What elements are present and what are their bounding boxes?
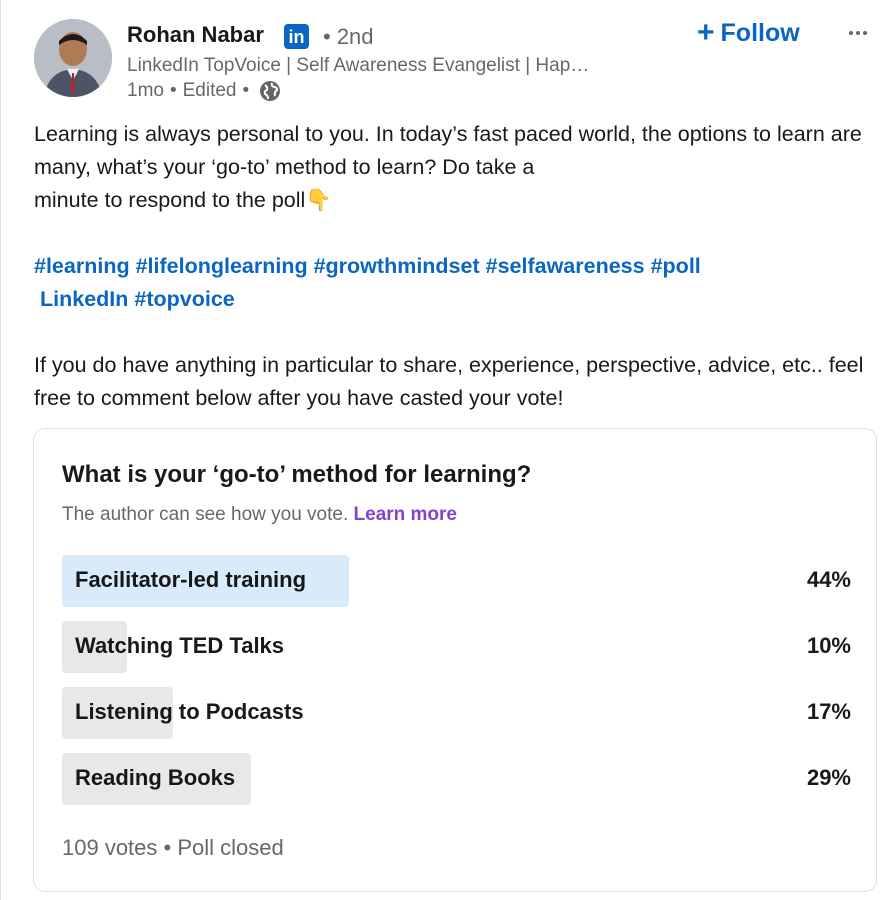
hashtag-link[interactable]: #learning [34, 254, 130, 278]
linkedin-icon: in [284, 24, 309, 49]
hashtag-link[interactable]: #poll [651, 254, 701, 278]
hashtag-link[interactable]: #topvoice [134, 287, 234, 311]
poll-option-percent: 10% [806, 633, 851, 658]
post-meta: 1mo • Edited • [127, 80, 281, 102]
edited-label: Edited [182, 80, 237, 101]
poll-option-label: Watching TED Talks [75, 633, 285, 658]
poll-option: Facilitator-led training 44% [62, 555, 851, 607]
poll-option-percent: 17% [806, 699, 851, 724]
globe-icon [260, 81, 281, 101]
more-options-button[interactable] [843, 20, 873, 46]
hashtag-list: #learning #lifelonglearning #growthminds… [34, 250, 874, 283]
post-card: Rohan Nabar in • 2nd LinkedIn TopVoice |… [0, 0, 896, 900]
hashtag-link[interactable]: #selfawareness [486, 254, 645, 278]
poll-option: Reading Books 29% [62, 753, 851, 805]
author-name[interactable]: Rohan Nabar [127, 22, 264, 48]
poll-option-percent: 29% [806, 765, 851, 790]
meta-separator: • [242, 80, 250, 101]
poll-footer: 109 votes • Poll closed [62, 835, 284, 861]
poll-question: What is your ‘go-to’ method for learning… [62, 461, 532, 488]
mention-link[interactable]: LinkedIn [40, 287, 128, 311]
follow-label: Follow [720, 18, 800, 47]
post-paragraph: minute to respond to the poll👇 [34, 188, 333, 212]
poll-option: Listening to Podcasts 17% [62, 687, 851, 739]
hashtag-list: LinkedIn #topvoice [34, 283, 874, 316]
meta-separator: • [169, 80, 177, 101]
post-text: Learning is always personal to you. In t… [34, 118, 874, 415]
post-time: 1mo [127, 80, 164, 101]
avatar-image [34, 19, 112, 97]
poll-option-percent: 44% [806, 567, 851, 592]
vote-count[interactable]: 109 votes [62, 835, 157, 860]
learn-more-link[interactable]: Learn more [354, 504, 457, 525]
dot-icon [863, 31, 867, 35]
author-headline: LinkedIn TopVoice | Self Awareness Evang… [127, 55, 590, 76]
hashtag-link[interactable]: #growthmindset [314, 254, 480, 278]
dot-icon [849, 31, 853, 35]
connection-degree: • 2nd [323, 24, 374, 49]
follow-button[interactable]: + Follow [697, 16, 800, 50]
post-paragraph: If you do have anything in particular to… [34, 353, 864, 410]
poll-status: Poll closed [177, 835, 284, 860]
poll-option-label: Listening to Podcasts [75, 699, 304, 724]
poll-note: The author can see how you vote. Learn m… [62, 504, 457, 526]
poll-option-label: Reading Books [75, 765, 236, 790]
poll: What is your ‘go-to’ method for learning… [33, 428, 877, 892]
dot-icon [856, 31, 860, 35]
poll-option: Watching TED Talks 10% [62, 621, 851, 673]
plus-icon: + [697, 16, 715, 49]
hashtag-link[interactable]: #lifelonglearning [136, 254, 308, 278]
poll-option-label: Facilitator-led training [75, 567, 307, 592]
poll-privacy-text: The author can see how you vote. [62, 504, 349, 525]
footer-separator: • [163, 835, 172, 860]
author-avatar[interactable] [34, 19, 112, 97]
post-paragraph: Learning is always personal to you. In t… [34, 122, 862, 179]
